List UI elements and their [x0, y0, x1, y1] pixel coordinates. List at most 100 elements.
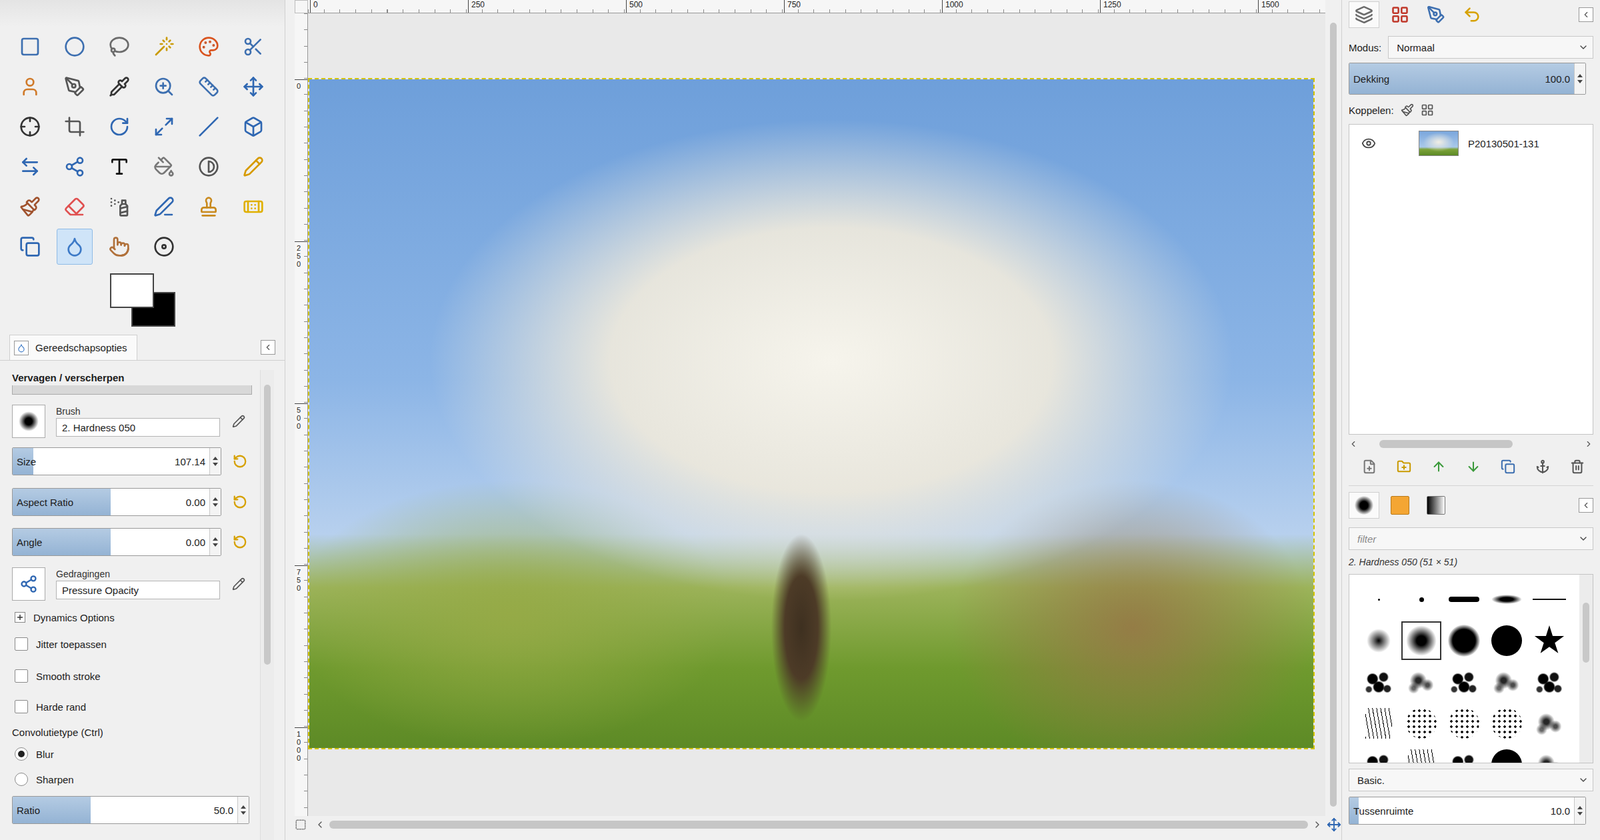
tool-button[interactable]: [190, 28, 227, 65]
brush-cell[interactable]: [1401, 662, 1442, 702]
tool-button[interactable]: [12, 188, 48, 225]
spacing-slider[interactable]: Tussenruimte10.0: [1348, 796, 1586, 825]
spin-down-icon[interactable]: [212, 462, 218, 466]
spin-down-icon[interactable]: [212, 503, 218, 507]
slider-value[interactable]: 0.00: [182, 496, 210, 508]
layer-button[interactable]: [1359, 456, 1380, 477]
configure-button[interactable]: [1578, 498, 1594, 513]
tool-button[interactable]: [146, 188, 182, 225]
radio-button[interactable]: [14, 747, 28, 761]
canvas-horizontal-scrollbar[interactable]: [314, 817, 1342, 832]
brush-cell[interactable]: [1401, 621, 1442, 660]
layer-button[interactable]: [1463, 456, 1484, 477]
brush-preview[interactable]: [12, 404, 46, 438]
radio-button[interactable]: [14, 772, 28, 786]
brush-cell[interactable]: [1358, 704, 1399, 743]
dock-tab[interactable]: [1420, 492, 1452, 519]
scroll-thumb[interactable]: [1330, 22, 1337, 807]
tool-button[interactable]: [235, 148, 272, 185]
brush-input[interactable]: 2. Hardness 050: [56, 418, 220, 437]
brush-cell[interactable]: [1358, 745, 1399, 763]
tool-button[interactable]: [101, 28, 138, 65]
lock-pixels-icon[interactable]: [1400, 103, 1414, 117]
spin-buttons[interactable]: [209, 488, 221, 516]
dock-tab[interactable]: [1384, 492, 1416, 519]
layer-button[interactable]: [1532, 456, 1553, 477]
brush-cell[interactable]: [1401, 580, 1442, 619]
dock-tab[interactable]: [1420, 1, 1452, 28]
scroll-thumb[interactable]: [1379, 440, 1513, 448]
spin-up-icon[interactable]: [212, 456, 218, 460]
spin-up-icon[interactable]: [240, 805, 246, 809]
checkbox[interactable]: [14, 700, 28, 714]
navigate-icon[interactable]: [1326, 817, 1342, 832]
brush-cell[interactable]: [1486, 621, 1527, 660]
brush-grid-scrollbar[interactable]: [1579, 574, 1593, 763]
spin-buttons[interactable]: [237, 796, 249, 824]
slider-value[interactable]: 10.0: [1546, 805, 1574, 817]
slider-value[interactable]: 50.0: [210, 804, 238, 816]
layer-button[interactable]: [1567, 456, 1588, 477]
brush-cell[interactable]: [1358, 580, 1399, 619]
option-slider[interactable]: Angle0.00: [12, 528, 222, 556]
tool-button[interactable]: [190, 188, 227, 225]
option-slider[interactable]: Size107.14: [12, 447, 222, 476]
dynamics-input[interactable]: Pressure Opacity: [56, 580, 220, 600]
scroll-left-icon[interactable]: [1348, 439, 1358, 449]
slider-value[interactable]: 100.0: [1540, 73, 1574, 85]
quick-mask-icon[interactable]: [294, 818, 307, 831]
tool-button[interactable]: [12, 148, 48, 185]
slider-value[interactable]: 107.14: [170, 456, 210, 468]
option-slider[interactable]: Aspect Ratio0.00: [12, 488, 222, 516]
spin-buttons[interactable]: [1574, 797, 1586, 824]
mode-select[interactable]: [12, 385, 252, 395]
scroll-thumb[interactable]: [329, 820, 1308, 829]
layer-button[interactable]: [1394, 456, 1414, 477]
tool-button[interactable]: [101, 148, 138, 185]
dock-tab[interactable]: [1456, 1, 1488, 28]
brush-cell[interactable]: [1444, 704, 1484, 743]
brush-cell[interactable]: [1529, 580, 1570, 619]
scroll-right-icon[interactable]: [1312, 819, 1323, 830]
layer-button[interactable]: [1498, 456, 1518, 477]
spin-up-icon[interactable]: [212, 537, 218, 541]
dock-tab[interactable]: [1348, 492, 1380, 519]
edit-dynamics-button[interactable]: [229, 574, 248, 594]
tool-button[interactable]: [190, 108, 227, 145]
brush-cell[interactable]: [1486, 580, 1527, 619]
brush-cell[interactable]: [1444, 745, 1484, 763]
dock-tab[interactable]: [1348, 1, 1380, 28]
reset-button[interactable]: [230, 452, 250, 471]
brush-cell[interactable]: [1401, 704, 1442, 743]
options-scrollbar[interactable]: [260, 370, 274, 840]
configure-button[interactable]: [260, 340, 276, 355]
scroll-right-icon[interactable]: [1584, 439, 1594, 449]
spin-down-icon[interactable]: [1577, 80, 1583, 84]
brush-cell[interactable]: [1486, 662, 1527, 702]
brush-cell[interactable]: [1486, 745, 1527, 763]
edit-brush-button[interactable]: [229, 412, 248, 431]
checkbox-row[interactable]: Smooth stroke: [12, 667, 256, 685]
tool-button[interactable]: [101, 68, 138, 105]
tool-button[interactable]: [235, 188, 272, 225]
scroll-thumb[interactable]: [1582, 602, 1590, 663]
tool-button[interactable]: [146, 108, 182, 145]
reset-button[interactable]: [230, 492, 250, 512]
ratio-slider[interactable]: Ratio50.0: [12, 796, 250, 824]
tool-button[interactable]: [101, 108, 138, 145]
image-canvas[interactable]: [309, 79, 1314, 748]
tool-button[interactable]: [56, 148, 93, 185]
canvas-viewport[interactable]: [308, 13, 1326, 816]
tool-button[interactable]: [56, 228, 93, 265]
tool-button[interactable]: [101, 228, 138, 265]
brush-cell[interactable]: [1486, 704, 1527, 743]
reset-button[interactable]: [230, 532, 250, 552]
tool-button[interactable]: [56, 188, 93, 225]
spin-down-icon[interactable]: [212, 543, 218, 547]
ruler-corner-box[interactable]: [294, 0, 308, 14]
tool-button[interactable]: [190, 148, 227, 185]
tool-button[interactable]: [146, 228, 182, 265]
brush-cell[interactable]: [1529, 704, 1570, 743]
tool-button[interactable]: [12, 28, 48, 65]
layer-name[interactable]: P20130501-131: [1468, 138, 1540, 150]
